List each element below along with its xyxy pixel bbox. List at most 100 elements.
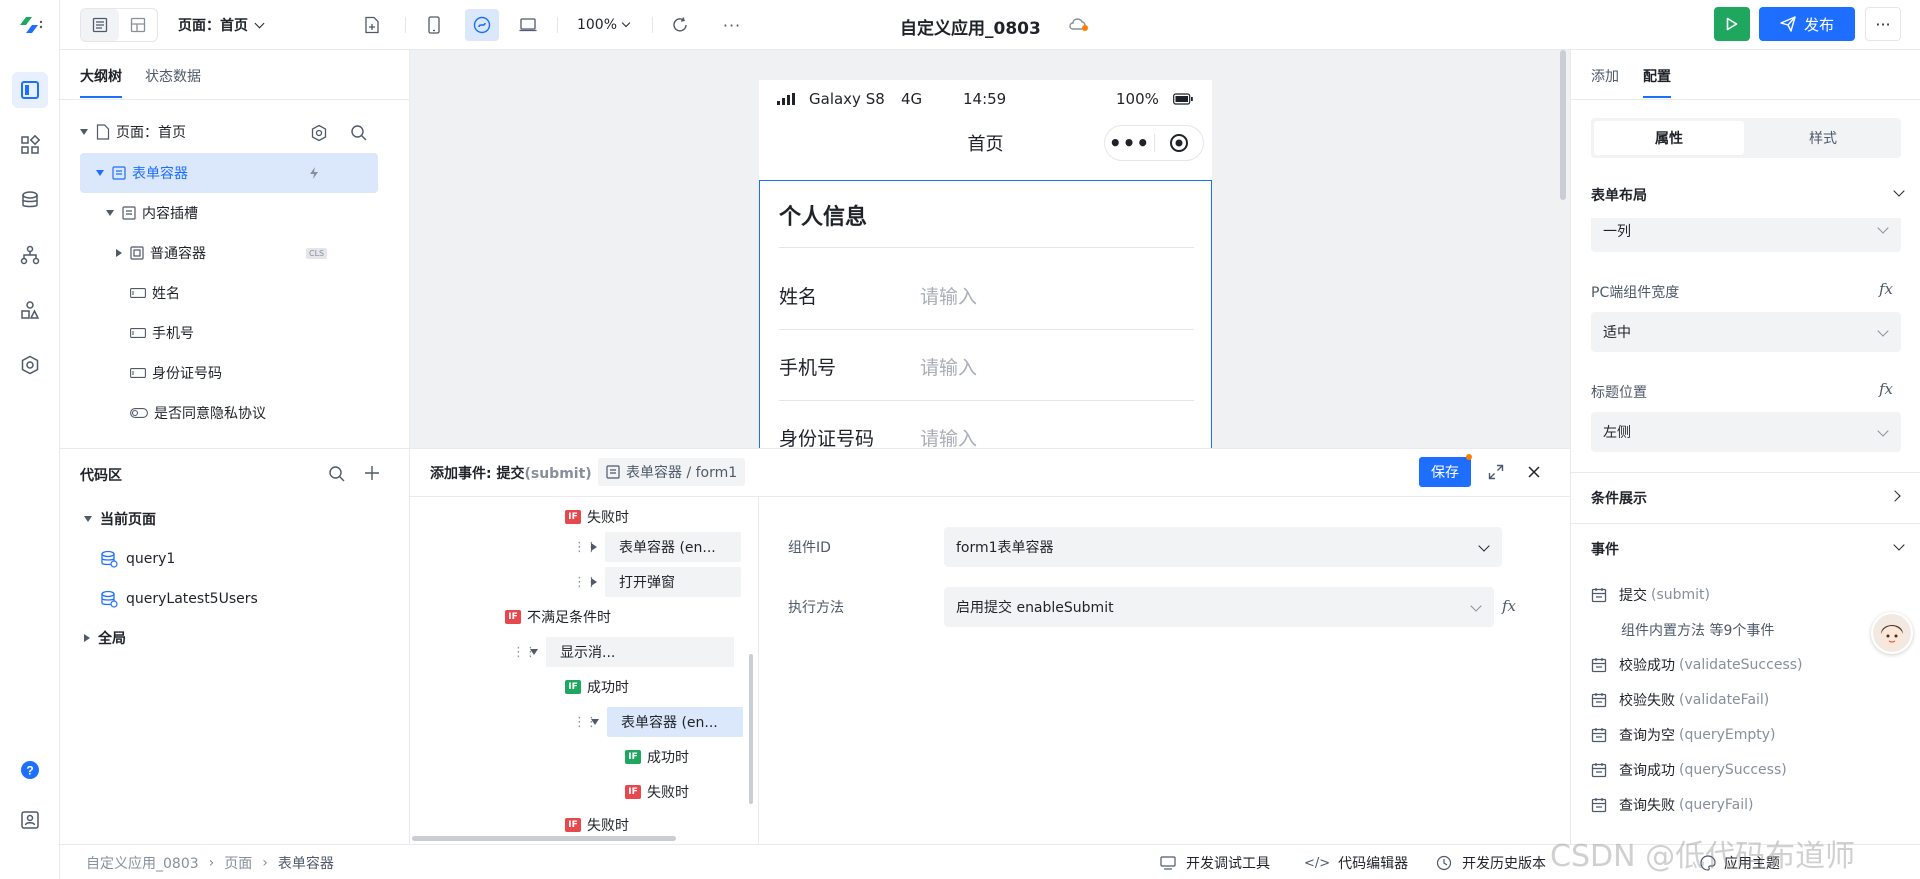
event-item[interactable]: 提交 (submit) (1591, 585, 1710, 605)
expand-icon[interactable] (1488, 464, 1504, 480)
database-nav-icon[interactable] (12, 182, 48, 218)
flow-action-node[interactable]: ⋮⋮ 表单容器 (en... (573, 532, 741, 562)
save-button[interactable]: 保存 (1419, 457, 1471, 487)
chevron-right-icon[interactable] (1889, 490, 1901, 502)
field-input[interactable]: 请输入 (920, 353, 977, 380)
search-icon[interactable] (350, 124, 368, 142)
breadcrumb-item[interactable]: 表单容器 (278, 853, 334, 873)
field-input[interactable]: 请输入 (920, 424, 977, 451)
event-item[interactable]: 查询为空 (queryEmpty) (1591, 725, 1775, 745)
debug-tool-button[interactable]: 开发调试工具 (1160, 853, 1270, 873)
tab-config[interactable]: 配置 (1643, 66, 1671, 98)
history-button[interactable]: 开发历史版本 (1436, 853, 1546, 873)
formula-icon[interactable]: fx (1879, 280, 1893, 298)
form-layout-select[interactable]: 一列 (1591, 218, 1901, 252)
formula-icon[interactable]: fx (1502, 597, 1516, 615)
bolt-icon[interactable] (307, 166, 321, 180)
refresh-icon[interactable] (664, 9, 696, 41)
tree-row-privacy[interactable]: 是否同意隐私协议 (80, 393, 440, 433)
tree-row-container[interactable]: 普通容器 CLS (80, 233, 440, 273)
miniapp-view-icon[interactable] (465, 9, 499, 41)
flow-scrollbar-h[interactable] (412, 836, 676, 841)
event-item-summary[interactable]: 组件内置方法 等9个事件 (1621, 620, 1774, 640)
event-item[interactable]: 查询失败 (queryFail) (1591, 795, 1753, 815)
single-layout-icon[interactable] (81, 9, 119, 41)
user-card-icon[interactable] (12, 802, 48, 838)
flow-if-node[interactable]: IF 不满足条件时 (505, 603, 611, 631)
add-icon[interactable] (364, 465, 380, 481)
more-menu-button[interactable]: ··· (1865, 7, 1901, 41)
title-position-select[interactable]: 左侧 (1591, 412, 1901, 452)
cloud-sync-icon[interactable] (1068, 16, 1090, 32)
canvas-scrollbar[interactable] (1560, 50, 1566, 200)
flow-if-node[interactable]: IF 成功时 (625, 743, 689, 771)
flow-action-node[interactable]: ⋮⋮ 打开弹窗 (573, 567, 741, 597)
field-input[interactable]: 请输入 (920, 282, 977, 309)
flow-if-node[interactable]: IF 成功时 (565, 673, 629, 701)
zoom-selector[interactable]: 100% (570, 9, 636, 41)
assets-nav-icon[interactable] (12, 292, 48, 328)
flow-if-node[interactable]: IF 失败时 (565, 503, 629, 531)
tree-row-phone[interactable]: 手机号 (80, 313, 440, 353)
tab-state-data[interactable]: 状态数据 (145, 66, 201, 86)
event-item[interactable]: 校验失败 (validateFail) (1591, 690, 1769, 710)
segment-properties[interactable]: 属性 (1594, 121, 1744, 155)
condition-display-title[interactable]: 条件展示 (1591, 488, 1647, 508)
publish-button[interactable]: 发布 (1759, 7, 1855, 41)
tree-row-name[interactable]: 姓名 (80, 273, 440, 313)
tree-row-id-number[interactable]: 身份证号码 (80, 353, 440, 393)
drag-handle-icon[interactable]: ⋮⋮ (573, 540, 598, 555)
formula-icon[interactable]: fx (1879, 380, 1893, 398)
tree-row-page[interactable]: 页面：首页 (80, 112, 440, 152)
assistant-avatar[interactable] (1871, 612, 1913, 654)
settings-nav-icon[interactable] (12, 347, 48, 383)
code-editor-button[interactable]: </> 代码编辑器 (1304, 853, 1408, 873)
tree-row-current-page[interactable]: 当前页面 (80, 499, 440, 539)
event-en-name: (validateFail) (1679, 692, 1770, 708)
page-selector[interactable]: 页面：首页 (178, 9, 288, 41)
page-settings-icon[interactable] (310, 124, 328, 142)
outline-nav-icon[interactable] (12, 72, 48, 108)
drag-handle-icon[interactable]: ⋮⋮ (573, 575, 598, 590)
flow-action-node[interactable]: ⋮⋮ 显示消... (512, 637, 734, 667)
split-layout-icon[interactable] (119, 9, 157, 41)
pc-width-select[interactable]: 适中 (1591, 312, 1901, 352)
query-item[interactable]: query1 (80, 539, 440, 579)
flow-nav-icon[interactable] (12, 237, 48, 273)
more-icon[interactable]: ··· (716, 9, 748, 41)
event-item[interactable]: 查询成功 (querySuccess) (1591, 760, 1787, 780)
capsule-menu[interactable]: ••• (1104, 125, 1204, 161)
more-dots-icon[interactable]: ••• (1105, 133, 1154, 153)
help-icon[interactable]: ? (12, 752, 48, 788)
flow-scrollbar-v[interactable] (749, 654, 753, 804)
form-container-preview[interactable]: 个人信息 姓名 请输入 手机号 请输入 身份证号码 请输入 (759, 180, 1212, 451)
flow-if-node[interactable]: IF 失败时 (625, 778, 689, 806)
tab-add[interactable]: 添加 (1591, 66, 1619, 86)
component-id-select[interactable]: form1表单容器 (944, 527, 1502, 567)
event-item[interactable]: 校验成功 (validateSuccess) (1591, 655, 1803, 675)
segment-style[interactable]: 样式 (1748, 121, 1898, 155)
add-page-icon[interactable] (356, 9, 388, 41)
mobile-view-icon[interactable] (418, 9, 450, 41)
breadcrumb-item[interactable]: 页面 (224, 853, 252, 873)
tree-row-form-container[interactable]: 表单容器 (80, 153, 378, 193)
flow-action-node[interactable]: ⋮⋮ 表单容器 (en... (573, 707, 743, 737)
method-select[interactable]: 启用提交 enableSubmit (944, 587, 1494, 627)
tree-row-global[interactable]: 全局 (80, 618, 440, 658)
drag-handle-icon[interactable]: ⋮⋮ (573, 715, 598, 730)
chevron-down-icon[interactable] (1893, 539, 1905, 551)
query-item[interactable]: queryLatest5Users (80, 579, 440, 619)
components-nav-icon[interactable] (12, 127, 48, 163)
app-logo[interactable] (18, 14, 44, 36)
search-icon[interactable] (328, 465, 346, 483)
tree-row-content-slot[interactable]: 内容插槽 (80, 193, 440, 233)
desktop-view-icon[interactable] (512, 9, 544, 41)
flow-if-node[interactable]: IF 失败时 (565, 813, 629, 837)
chevron-down-icon[interactable] (1893, 185, 1905, 197)
drag-handle-icon[interactable]: ⋮⋮ (512, 645, 537, 660)
close-target-icon[interactable] (1155, 133, 1203, 153)
close-icon[interactable] (1527, 465, 1541, 479)
breadcrumb-item[interactable]: 自定义应用_0803 (86, 853, 199, 873)
tab-outline-tree[interactable]: 大纲树 (80, 66, 122, 98)
run-button[interactable] (1714, 7, 1750, 41)
